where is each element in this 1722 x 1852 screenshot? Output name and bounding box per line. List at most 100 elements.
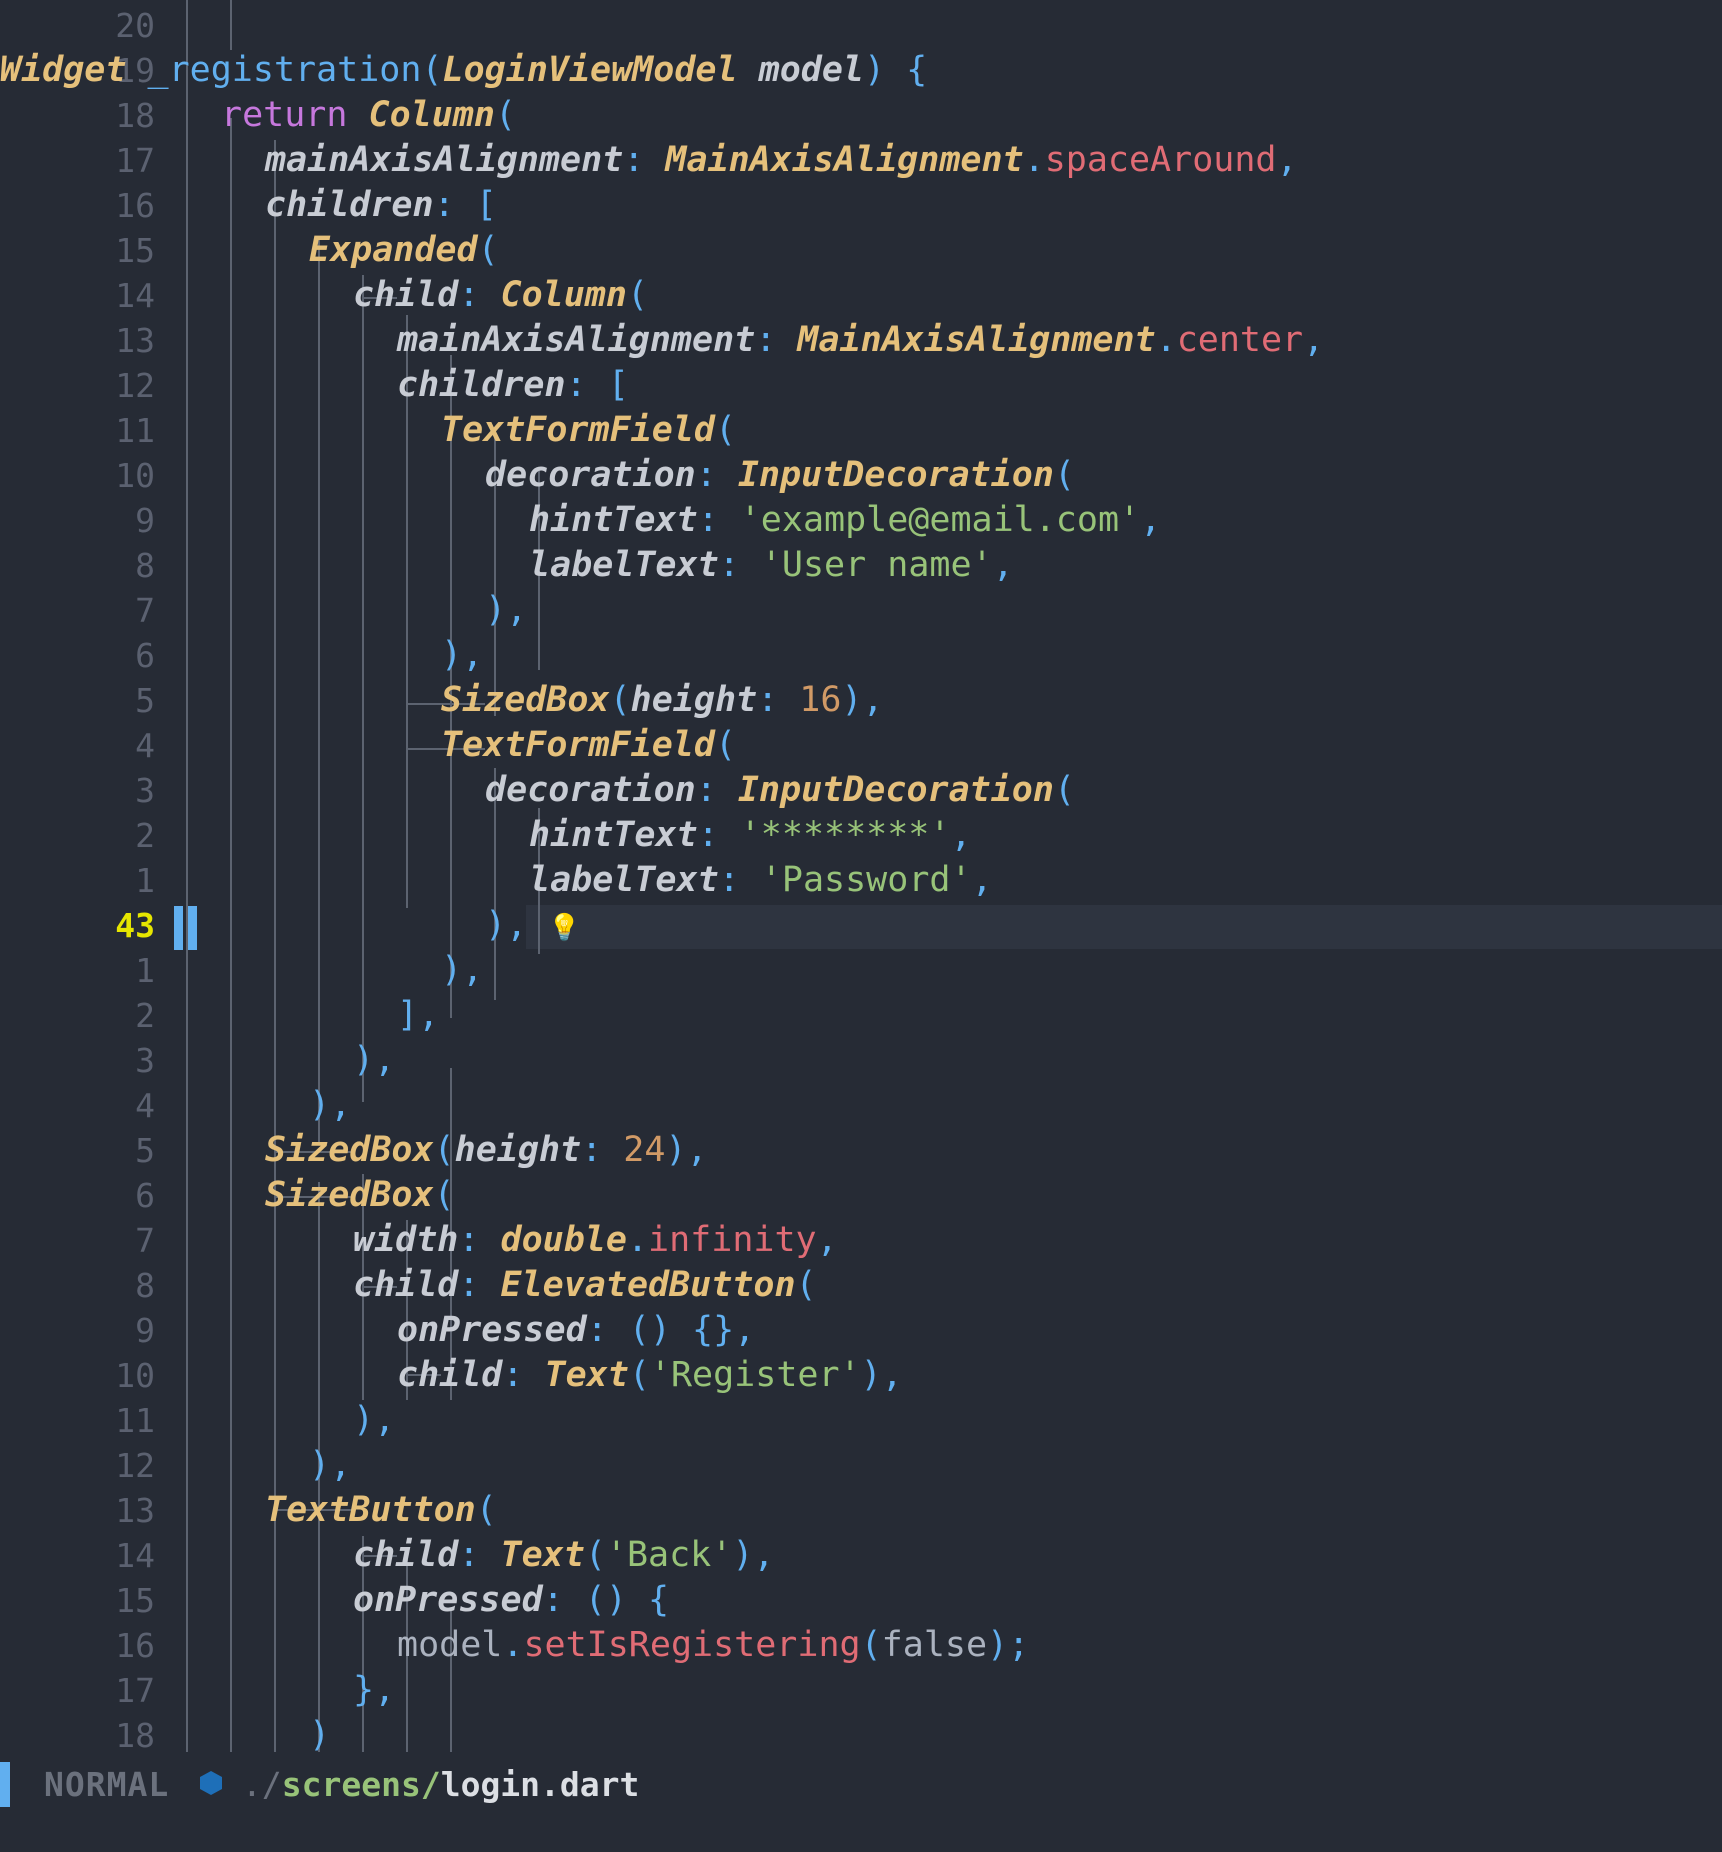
code-token: child <box>397 1355 503 1395</box>
code-token: ( <box>433 1175 455 1215</box>
code-token: , <box>971 860 993 900</box>
code-line[interactable]: return Column( <box>221 93 516 138</box>
code-token: : <box>757 680 800 720</box>
code-line[interactable]: ), <box>353 1038 395 1083</box>
code-token: ( <box>494 95 517 135</box>
code-token: ); <box>987 1625 1030 1665</box>
code-line[interactable]: TextFormField( <box>441 408 736 453</box>
line-number: 18 <box>115 1716 155 1755</box>
code-editor[interactable]: 20 19 18 17 16 15 14 13 12 11 10 9 8 7 6 5 4 3 2 1 43 1 2 3 4 5 6 7… <box>0 0 1722 1852</box>
line-number: 2 <box>135 996 155 1035</box>
code-line[interactable]: mainAxisAlignment: MainAxisAlignment.spa… <box>265 138 1298 183</box>
code-token: . <box>502 1625 524 1665</box>
code-line[interactable]: child: Text('Back'), <box>353 1533 774 1578</box>
code-line[interactable]: model.setIsRegistering(false); <box>397 1623 1029 1668</box>
line-number: 8 <box>135 1266 155 1305</box>
code-token: . <box>1023 140 1045 180</box>
code-token: child <box>353 275 459 315</box>
code-token: ( <box>860 1625 882 1665</box>
line-number: 11 <box>115 1401 155 1440</box>
line-number: 3 <box>135 1041 155 1080</box>
code-line[interactable]: ), <box>441 948 483 993</box>
code-token: ), <box>441 950 484 990</box>
code-token: ], <box>397 995 440 1035</box>
code-line[interactable]: }, <box>353 1668 395 1713</box>
line-number: 18 <box>115 96 155 135</box>
code-token: : <box>697 815 740 855</box>
code-token: ( <box>714 725 737 765</box>
code-line[interactable]: child: Column( <box>353 273 648 318</box>
code-token: _registration <box>147 50 422 90</box>
code-token: Widget <box>0 50 127 90</box>
code-line[interactable]: ), <box>353 1398 395 1443</box>
code-line[interactable]: Widget _registration(LoginViewModel mode… <box>0 48 927 93</box>
code-token: children <box>265 185 434 225</box>
code-line[interactable]: children: [ <box>265 183 497 228</box>
code-token: mainAxisAlignment <box>397 320 756 360</box>
code-token: Text <box>500 1535 585 1575</box>
code-line[interactable]: child: ElevatedButton( <box>353 1263 817 1308</box>
code-line[interactable]: TextButton( <box>265 1488 497 1533</box>
code-token: ), <box>485 905 549 945</box>
line-number: 15 <box>115 231 155 270</box>
code-line[interactable]: SizedBox(height: 24), <box>265 1128 708 1173</box>
code-token: TextFormField <box>441 410 715 450</box>
code-line[interactable]: decoration: InputDecoration( <box>485 453 1075 498</box>
code-token: 'Password' <box>760 860 972 900</box>
code-line[interactable]: ), <box>309 1443 351 1488</box>
code-line[interactable]: ), <box>485 588 527 633</box>
line-number: 11 <box>115 411 155 450</box>
code-token: : <box>458 1265 501 1305</box>
lightbulb-icon[interactable]: 💡 <box>548 913 580 943</box>
code-token: ), <box>353 1400 396 1440</box>
code-token: ElevatedButton <box>500 1265 796 1305</box>
code-token: ( <box>477 230 499 270</box>
code-line[interactable]: labelText: 'Password', <box>529 858 993 903</box>
line-number: 16 <box>115 1626 155 1665</box>
code-line[interactable]: onPressed: () {}, <box>397 1308 755 1353</box>
code-line[interactable]: hintText: '********', <box>529 813 972 858</box>
code-token: TextFormField <box>441 725 715 765</box>
code-token: child <box>353 1535 459 1575</box>
code-line[interactable]: SizedBox(height: 16), <box>441 678 884 723</box>
path-prefix: ./ <box>242 1765 282 1804</box>
code-line[interactable]: decoration: InputDecoration( <box>485 768 1075 813</box>
code-line[interactable]: SizedBox( <box>265 1173 455 1218</box>
code-line[interactable]: children: [ <box>397 363 629 408</box>
code-token: : <box>755 320 798 360</box>
dart-file-icon <box>200 1771 222 1795</box>
code-line[interactable]: ) <box>309 1713 330 1758</box>
line-number: 4 <box>135 1086 155 1125</box>
code-line[interactable]: TextFormField( <box>441 723 736 768</box>
code-line[interactable]: ), <box>309 1083 351 1128</box>
line-number: 13 <box>115 1491 155 1530</box>
code-token: : <box>623 140 666 180</box>
code-token: child <box>353 1265 459 1305</box>
code-token: onPressed <box>353 1580 543 1620</box>
code-token: ( <box>1053 770 1076 810</box>
code-line[interactable]: ), 💡 <box>485 903 581 948</box>
code-line[interactable]: child: Text('Register'), <box>397 1353 903 1398</box>
code-line[interactable]: ], <box>397 993 439 1038</box>
code-line[interactable]: width: double.infinity, <box>353 1218 838 1263</box>
code-token: TextButton <box>265 1490 476 1530</box>
code-token: ), <box>665 1130 708 1170</box>
code-token: ( <box>626 275 649 315</box>
code-line[interactable]: Expanded( <box>309 228 499 273</box>
code-line[interactable]: mainAxisAlignment: MainAxisAlignment.cen… <box>397 318 1324 363</box>
code-token: : <box>458 1220 501 1260</box>
code-token: , <box>1276 140 1298 180</box>
code-token: : [ <box>433 185 497 225</box>
code-token: : () {}, <box>586 1310 756 1350</box>
code-line[interactable]: onPressed: () { <box>353 1578 669 1623</box>
code-token: ), <box>441 635 484 675</box>
code-line[interactable]: ), <box>441 633 483 678</box>
code-line[interactable]: labelText: 'User name', <box>529 543 1014 588</box>
indent-guide <box>230 0 232 50</box>
code-token: SizedBox <box>265 1175 434 1215</box>
code-line[interactable]: hintText: 'example@email.com', <box>529 498 1161 543</box>
code-token: height <box>630 680 758 720</box>
code-token: , <box>950 815 972 855</box>
code-token: 24 <box>623 1130 666 1170</box>
